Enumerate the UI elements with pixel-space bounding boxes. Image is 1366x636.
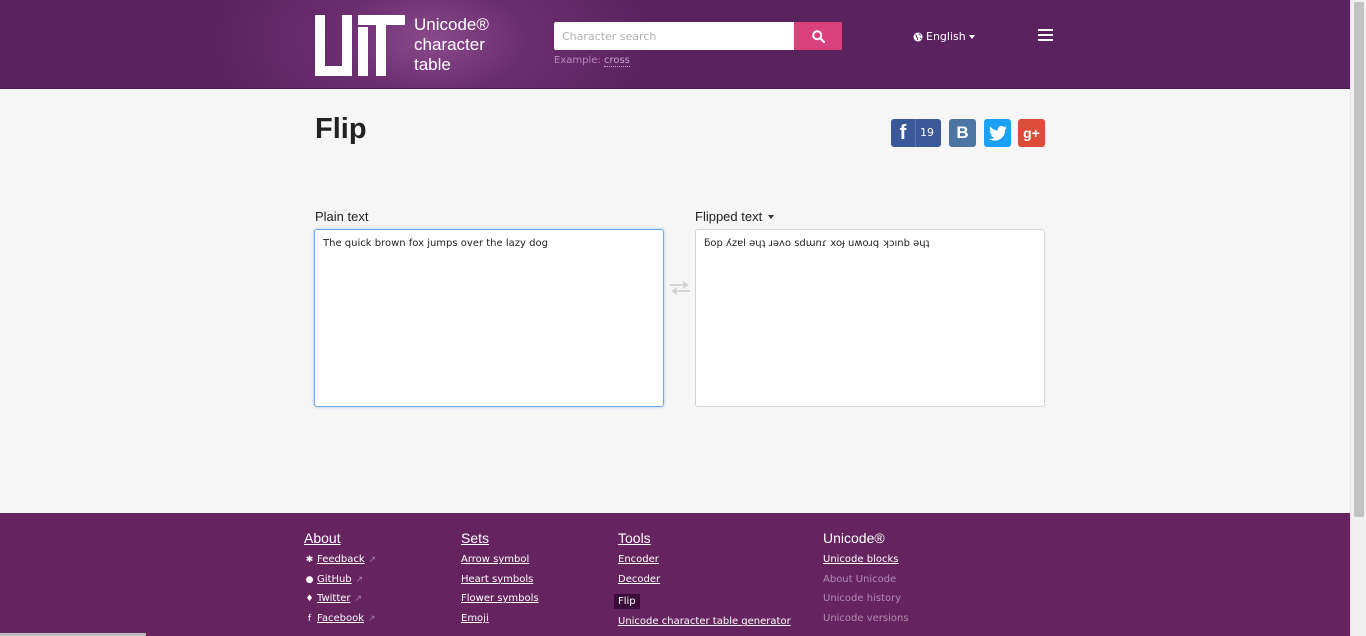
logo-line-3: table <box>414 55 451 74</box>
footer-link-table-generator[interactable]: Unicode character table generator <box>618 612 791 632</box>
footer-link-encoder[interactable]: Encoder <box>618 550 791 570</box>
page-scrollbar[interactable] <box>1350 0 1366 636</box>
facebook-share-count: 19 <box>915 119 934 147</box>
example-link[interactable]: cross <box>603 55 630 67</box>
external-link-icon: ↗ <box>368 555 377 565</box>
site-header: Unicode® character table Example: cross … <box>0 0 1350 89</box>
facebook-share-button[interactable]: f 19 <box>891 119 941 147</box>
footer-link-twitter[interactable]: ♦ Twitter ↗ <box>304 589 376 609</box>
vk-icon: B <box>956 123 969 142</box>
logo-text: Unicode® character table <box>414 15 504 75</box>
footer-sets-heading[interactable]: Sets <box>461 530 539 546</box>
footer-link-arrow-symbol[interactable]: Arrow symbol <box>461 550 539 570</box>
footer-sets-column: Sets Arrow symbol Heart symbols Flower s… <box>461 530 539 629</box>
footer-link-flip-active[interactable]: Flip <box>614 594 640 610</box>
flipped-text-dropdown[interactable]: Flipped text <box>695 209 775 224</box>
ut-logo-mark <box>315 15 405 76</box>
footer-link-unicode-versions[interactable]: Unicode versions <box>823 609 909 629</box>
search-input[interactable] <box>554 22 794 50</box>
twitter-icon <box>988 125 1007 141</box>
scrollbar-thumb[interactable] <box>1354 2 1364 517</box>
footer-link-label: GitHub <box>317 573 352 585</box>
footer-link-about-unicode[interactable]: About Unicode <box>823 570 909 590</box>
search-button[interactable] <box>794 22 842 50</box>
swap-arrows-icon[interactable] <box>669 281 691 295</box>
footer-link-emoji[interactable]: Emoji <box>461 609 539 629</box>
facebook-icon: f <box>307 614 312 625</box>
footer-tools-heading[interactable]: Tools <box>618 530 791 546</box>
flipped-text-output[interactable] <box>695 229 1045 407</box>
footer-about-column: About ✱ Feedback ↗ ● GitHub ↗ ♦ Twitter ↗ f Fac… <box>304 530 376 629</box>
twitter-share-button[interactable] <box>984 119 1011 147</box>
hamburger-menu-icon[interactable] <box>1038 29 1053 43</box>
footer-link-label: Twitter <box>317 593 351 605</box>
search-icon <box>811 29 825 43</box>
facebook-icon: f <box>899 121 907 144</box>
logo-line-1: Unicode® <box>414 15 489 34</box>
google-plus-icon: g+ <box>1023 125 1040 141</box>
plain-text-input[interactable] <box>314 229 664 407</box>
footer-link-heart-symbols[interactable]: Heart symbols <box>461 570 539 590</box>
plain-text-label: Plain text <box>315 209 369 224</box>
globe-icon <box>913 32 923 41</box>
search-example: Example: cross <box>554 55 630 67</box>
chevron-down-icon <box>768 214 775 219</box>
footer-about-heading[interactable]: About <box>304 530 376 546</box>
footer-unicode-heading: Unicode® <box>823 530 885 546</box>
example-label: Example: <box>554 55 601 66</box>
footer-link-label: Facebook <box>317 613 364 625</box>
github-icon: ● <box>305 574 314 585</box>
external-link-icon: ↗ <box>368 614 376 625</box>
flipped-text-label: Flipped text <box>695 209 763 224</box>
external-link-icon: ↗ <box>354 594 363 605</box>
language-label: English <box>926 30 966 43</box>
footer-link-label: Feedback <box>317 554 365 565</box>
footer-link-unicode-blocks[interactable]: Unicode blocks <box>823 550 909 570</box>
vk-share-button[interactable]: B <box>949 119 976 147</box>
footer-link-unicode-history[interactable]: Unicode history <box>823 589 909 609</box>
footer-unicode-column: Unicode® Unicode blocks About Unicode Un… <box>823 530 909 629</box>
footer-link-feedback[interactable]: ✱ Feedback ↗ <box>304 550 376 570</box>
page-title: Flip <box>315 113 367 145</box>
footer-link-github[interactable]: ● GitHub ↗ <box>304 570 376 590</box>
footer-link-decoder[interactable]: Decoder <box>618 570 791 590</box>
footer-link-facebook[interactable]: f Facebook ↗ <box>304 609 376 629</box>
footer-tools-column: Tools Encoder Decoder Flip Unicode chara… <box>614 530 791 632</box>
chevron-down-icon <box>968 34 975 39</box>
bug-icon: ✱ <box>305 555 314 565</box>
footer-link-flower-symbols[interactable]: Flower symbols <box>461 589 539 609</box>
site-logo[interactable]: Unicode® character table <box>315 15 490 77</box>
external-link-icon: ↗ <box>355 574 364 585</box>
google-plus-share-button[interactable]: g+ <box>1018 119 1045 147</box>
language-selector[interactable]: English <box>913 30 975 43</box>
logo-line-2: character <box>414 35 485 54</box>
twitter-icon: ♦ <box>305 594 314 605</box>
